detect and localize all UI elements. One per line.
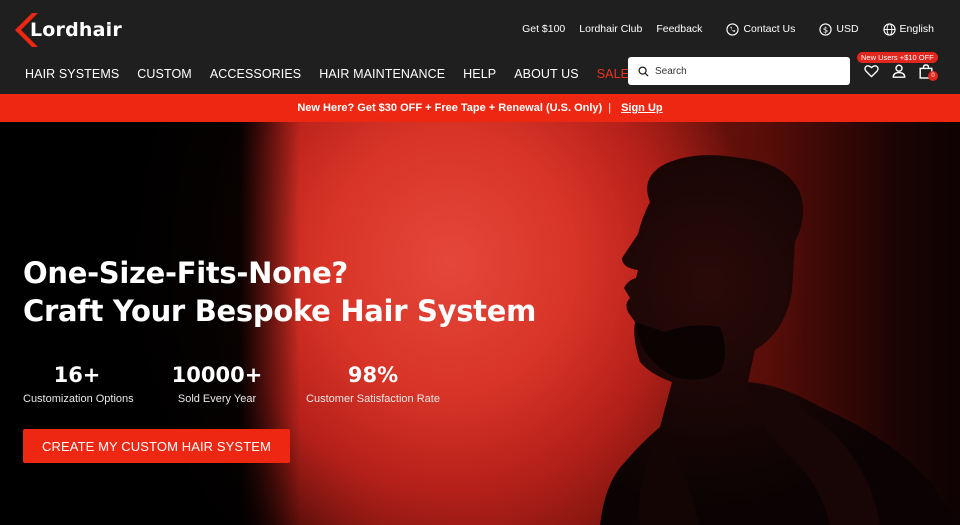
- contact-us-link[interactable]: Contact Us: [726, 22, 796, 36]
- feedback-link[interactable]: Feedback: [656, 23, 702, 35]
- site-header: Lordhair Get $100 Lordhair Club Feedback…: [0, 0, 960, 94]
- announcement-text: New Here? Get $30 OFF + Free Tape + Rene…: [297, 102, 603, 114]
- stat-label: Sold Every Year: [177, 393, 257, 405]
- hero-banner: One-Size-Fits-None? Craft Your Bespoke H…: [0, 122, 960, 525]
- stat-satisfaction: 98% Customer Satisfaction Rate: [303, 362, 443, 405]
- search-box[interactable]: [628, 57, 850, 85]
- sign-up-link[interactable]: Sign Up: [621, 102, 663, 114]
- contact-us-label: Contact Us: [743, 23, 796, 35]
- stat-label: Customization Options: [23, 393, 134, 405]
- nav-help[interactable]: HELP: [463, 67, 496, 81]
- stat-label: Customer Satisfaction Rate: [306, 393, 440, 405]
- user-icon: [892, 64, 906, 78]
- main-nav: HAIR SYSTEMS CUSTOM ACCESSORIES HAIR MAI…: [25, 67, 647, 81]
- stat-value: 16+: [53, 363, 101, 387]
- svg-text:$: $: [823, 24, 828, 34]
- currency-selector[interactable]: $ USD: [819, 22, 859, 36]
- announcement-separator: |: [608, 102, 612, 114]
- stat-value: 98%: [347, 363, 399, 387]
- stat-value: 10000+: [171, 363, 263, 387]
- currency-label: USD: [836, 23, 859, 35]
- man-silhouette-image: [600, 155, 960, 525]
- create-custom-hair-system-button[interactable]: CREATE MY CUSTOM HAIR SYSTEM: [23, 429, 290, 463]
- phone-icon: [726, 22, 740, 36]
- heart-icon: [863, 65, 879, 78]
- hero-title-line-2: Craft Your Bespoke Hair System: [23, 294, 537, 328]
- top-utility-bar: Get $100 Lordhair Club Feedback Contact …: [522, 20, 934, 38]
- lordhair-club-link[interactable]: Lordhair Club: [579, 23, 642, 35]
- cart-count-badge: 0: [928, 71, 938, 81]
- logo[interactable]: Lordhair: [14, 12, 124, 48]
- new-users-promo-badge: New Users +$10 OFF: [857, 52, 938, 63]
- announcement-bar: New Here? Get $30 OFF + Free Tape + Rene…: [0, 94, 960, 122]
- hero-stats: 16+ Customization Options 10000+ Sold Ev…: [23, 362, 443, 405]
- dollar-circle-icon: $: [819, 22, 833, 36]
- nav-custom[interactable]: CUSTOM: [137, 67, 192, 81]
- stat-sold: 10000+ Sold Every Year: [161, 362, 273, 405]
- nav-hair-systems[interactable]: HAIR SYSTEMS: [25, 67, 119, 81]
- nav-hair-maintenance[interactable]: HAIR MAINTENANCE: [319, 67, 445, 81]
- search-icon: [638, 65, 649, 77]
- language-selector[interactable]: English: [882, 22, 934, 36]
- search-input[interactable]: [655, 65, 835, 77]
- logo-text: Lordhair: [30, 19, 122, 41]
- wishlist-button[interactable]: [863, 63, 879, 79]
- hero-title: One-Size-Fits-None? Craft Your Bespoke H…: [23, 254, 536, 330]
- globe-icon: [882, 22, 896, 36]
- nav-accessories[interactable]: ACCESSORIES: [210, 67, 301, 81]
- nav-sale[interactable]: SALE: [597, 67, 629, 81]
- hero-title-line-1: One-Size-Fits-None?: [23, 256, 348, 290]
- get-offer-link[interactable]: Get $100: [522, 23, 565, 35]
- stat-customization: 16+ Customization Options: [23, 362, 134, 405]
- language-label: English: [899, 23, 934, 35]
- nav-about-us[interactable]: ABOUT US: [514, 67, 578, 81]
- account-button[interactable]: [891, 63, 907, 79]
